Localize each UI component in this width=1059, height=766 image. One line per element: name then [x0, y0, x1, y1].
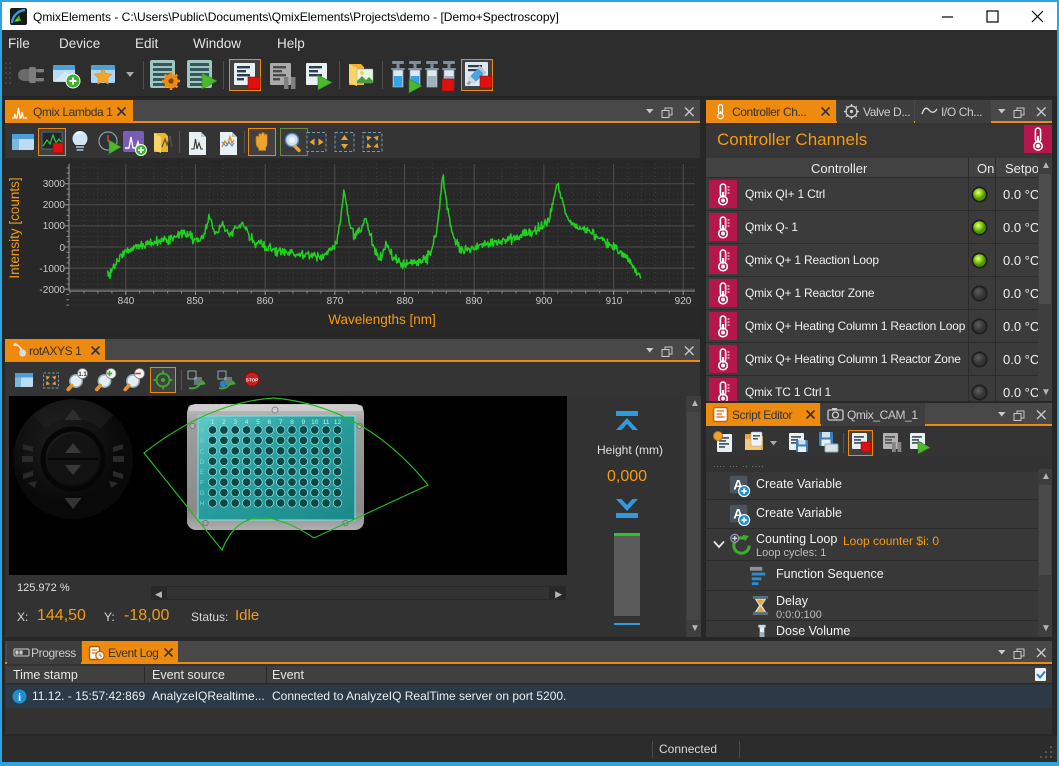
svg-text:1: 1: [211, 419, 215, 426]
svg-text:Intensity [counts]: Intensity [counts]: [7, 177, 22, 278]
svg-text:870: 870: [327, 296, 344, 307]
svg-text:1000: 1000: [43, 221, 66, 232]
svg-text:880: 880: [397, 296, 414, 307]
svg-text:1.1: 1.1: [78, 372, 87, 378]
svg-text:920: 920: [675, 296, 692, 307]
svg-text:8: 8: [290, 419, 294, 426]
svg-text:D: D: [200, 459, 205, 466]
svg-text:860: 860: [257, 296, 274, 307]
svg-text:-2000: -2000: [39, 285, 65, 296]
svg-text:3000: 3000: [43, 179, 66, 190]
svg-text:11: 11: [323, 419, 330, 426]
svg-text:6: 6: [267, 419, 271, 426]
svg-text:STOP: STOP: [246, 378, 258, 383]
svg-text:2: 2: [222, 419, 226, 426]
svg-text:0: 0: [59, 243, 65, 254]
svg-text:7: 7: [279, 419, 283, 426]
svg-text:C: C: [200, 448, 205, 455]
svg-text:9: 9: [302, 419, 306, 426]
svg-text:5: 5: [256, 419, 260, 426]
svg-text:3: 3: [233, 419, 237, 426]
svg-text:B: B: [200, 438, 204, 445]
svg-text:840: 840: [118, 296, 135, 307]
svg-text:850: 850: [187, 296, 204, 307]
svg-text:12: 12: [334, 419, 342, 426]
svg-text:10: 10: [311, 419, 319, 426]
svg-text:Wavelengths [nm]: Wavelengths [nm]: [328, 312, 436, 327]
svg-text:890: 890: [466, 296, 483, 307]
svg-text:F: F: [200, 480, 204, 487]
svg-text:E: E: [200, 469, 205, 476]
svg-text:G: G: [199, 490, 204, 497]
svg-text:A: A: [200, 428, 205, 435]
svg-text:-1000: -1000: [39, 264, 65, 275]
svg-text:i: i: [18, 692, 21, 704]
svg-text:2000: 2000: [43, 200, 66, 211]
svg-text:4: 4: [245, 419, 249, 426]
svg-text:H: H: [200, 501, 205, 508]
svg-text:910: 910: [606, 296, 623, 307]
svg-text:900: 900: [536, 296, 553, 307]
